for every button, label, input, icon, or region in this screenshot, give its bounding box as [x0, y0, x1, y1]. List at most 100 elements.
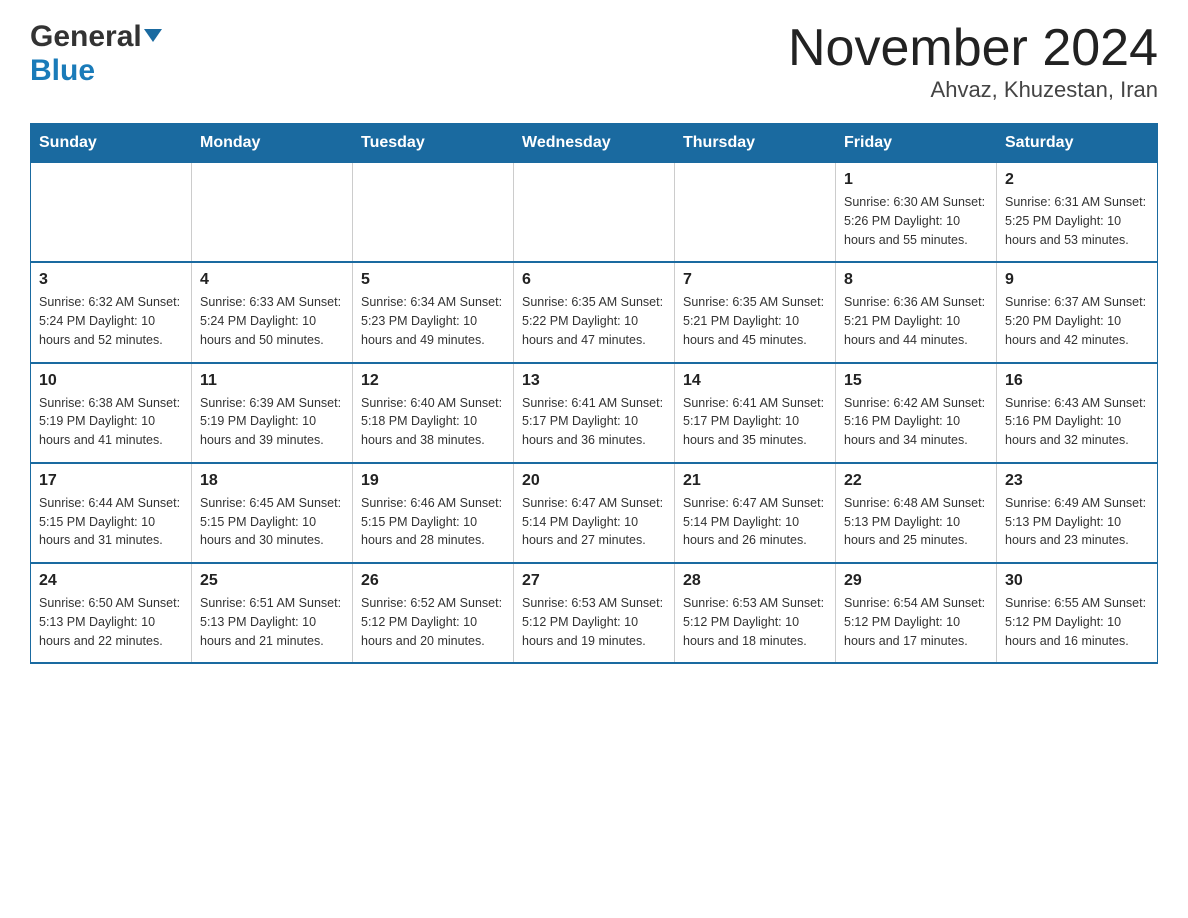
day-number: 14 [683, 372, 827, 390]
calendar-day-cell: 19 Sunrise: 6:46 AM Sunset: 5:15 PM Dayli… [353, 463, 514, 563]
calendar-day-cell: 20 Sunrise: 6:47 AM Sunset: 5:14 PM Dayli… [514, 463, 675, 563]
day-info: Sunrise: 6:38 AM Sunset: 5:19 PM Dayligh… [39, 394, 183, 450]
calendar-title: November 2024 [788, 20, 1158, 77]
calendar-day-cell: 24 Sunrise: 6:50 AM Sunset: 5:13 PM Dayli… [31, 563, 192, 663]
day-number: 30 [1005, 572, 1149, 590]
day-number: 2 [1005, 171, 1149, 189]
calendar-header-row: SundayMondayTuesdayWednesdayThursdayFrid… [31, 124, 1158, 163]
calendar-day-cell [675, 163, 836, 263]
logo-arrow-icon [144, 29, 162, 42]
day-number: 23 [1005, 472, 1149, 490]
day-info: Sunrise: 6:31 AM Sunset: 5:25 PM Dayligh… [1005, 193, 1149, 249]
calendar-day-cell [192, 163, 353, 263]
calendar-day-cell: 3 Sunrise: 6:32 AM Sunset: 5:24 PM Daylig… [31, 262, 192, 362]
day-info: Sunrise: 6:45 AM Sunset: 5:15 PM Dayligh… [200, 494, 344, 550]
calendar-day-cell: 27 Sunrise: 6:53 AM Sunset: 5:12 PM Dayli… [514, 563, 675, 663]
calendar-week-row: 10 Sunrise: 6:38 AM Sunset: 5:19 PM Dayli… [31, 363, 1158, 463]
day-info: Sunrise: 6:48 AM Sunset: 5:13 PM Dayligh… [844, 494, 988, 550]
day-of-week-header: Thursday [675, 124, 836, 163]
day-number: 28 [683, 572, 827, 590]
calendar-day-cell: 17Sunrise: 6:44 AM Sunset: 5:15 PM Dayli… [31, 463, 192, 563]
day-of-week-header: Tuesday [353, 124, 514, 163]
calendar-day-cell: 5Sunrise: 6:34 AM Sunset: 5:23 PM Daylig… [353, 262, 514, 362]
calendar-day-cell: 22 Sunrise: 6:48 AM Sunset: 5:13 PM Dayli… [836, 463, 997, 563]
calendar-day-cell: 21 Sunrise: 6:47 AM Sunset: 5:14 PM Dayli… [675, 463, 836, 563]
calendar-day-cell: 29Sunrise: 6:54 AM Sunset: 5:12 PM Dayli… [836, 563, 997, 663]
day-info: Sunrise: 6:44 AM Sunset: 5:15 PM Dayligh… [39, 494, 183, 550]
day-number: 1 [844, 171, 988, 189]
day-number: 24 [39, 572, 183, 590]
day-info: Sunrise: 6:33 AM Sunset: 5:24 PM Dayligh… [200, 293, 344, 349]
day-number: 25 [200, 572, 344, 590]
day-info: Sunrise: 6:35 AM Sunset: 5:22 PM Dayligh… [522, 293, 666, 349]
calendar-day-cell: 14 Sunrise: 6:41 AM Sunset: 5:17 PM Dayli… [675, 363, 836, 463]
day-info: Sunrise: 6:36 AM Sunset: 5:21 PM Dayligh… [844, 293, 988, 349]
calendar-day-cell: 30 Sunrise: 6:55 AM Sunset: 5:12 PM Dayli… [997, 563, 1158, 663]
day-info: Sunrise: 6:39 AM Sunset: 5:19 PM Dayligh… [200, 394, 344, 450]
day-number: 6 [522, 271, 666, 289]
day-number: 3 [39, 271, 183, 289]
day-number: 11 [200, 372, 344, 390]
day-number: 4 [200, 271, 344, 289]
day-info: Sunrise: 6:42 AM Sunset: 5:16 PM Dayligh… [844, 394, 988, 450]
day-number: 13 [522, 372, 666, 390]
calendar-day-cell: 8 Sunrise: 6:36 AM Sunset: 5:21 PM Daylig… [836, 262, 997, 362]
day-info: Sunrise: 6:46 AM Sunset: 5:15 PM Dayligh… [361, 494, 505, 550]
calendar-day-cell: 7Sunrise: 6:35 AM Sunset: 5:21 PM Daylig… [675, 262, 836, 362]
day-number: 19 [361, 472, 505, 490]
day-info: Sunrise: 6:55 AM Sunset: 5:12 PM Dayligh… [1005, 594, 1149, 650]
day-number: 26 [361, 572, 505, 590]
day-info: Sunrise: 6:40 AM Sunset: 5:18 PM Dayligh… [361, 394, 505, 450]
calendar-day-cell: 23 Sunrise: 6:49 AM Sunset: 5:13 PM Dayli… [997, 463, 1158, 563]
calendar-day-cell: 6 Sunrise: 6:35 AM Sunset: 5:22 PM Daylig… [514, 262, 675, 362]
day-number: 22 [844, 472, 988, 490]
day-number: 8 [844, 271, 988, 289]
day-of-week-header: Saturday [997, 124, 1158, 163]
calendar-table: SundayMondayTuesdayWednesdayThursdayFrid… [30, 123, 1158, 664]
calendar-day-cell [514, 163, 675, 263]
day-info: Sunrise: 6:32 AM Sunset: 5:24 PM Dayligh… [39, 293, 183, 349]
day-number: 10 [39, 372, 183, 390]
calendar-week-row: 1 Sunrise: 6:30 AM Sunset: 5:26 PM Daylig… [31, 163, 1158, 263]
day-number: 7 [683, 271, 827, 289]
day-info: Sunrise: 6:30 AM Sunset: 5:26 PM Dayligh… [844, 193, 988, 249]
calendar-day-cell: 26Sunrise: 6:52 AM Sunset: 5:12 PM Dayli… [353, 563, 514, 663]
day-info: Sunrise: 6:51 AM Sunset: 5:13 PM Dayligh… [200, 594, 344, 650]
day-of-week-header: Sunday [31, 124, 192, 163]
day-number: 20 [522, 472, 666, 490]
day-info: Sunrise: 6:47 AM Sunset: 5:14 PM Dayligh… [683, 494, 827, 550]
day-info: Sunrise: 6:53 AM Sunset: 5:12 PM Dayligh… [522, 594, 666, 650]
day-number: 5 [361, 271, 505, 289]
day-info: Sunrise: 6:49 AM Sunset: 5:13 PM Dayligh… [1005, 494, 1149, 550]
day-of-week-header: Friday [836, 124, 997, 163]
day-info: Sunrise: 6:50 AM Sunset: 5:13 PM Dayligh… [39, 594, 183, 650]
day-number: 9 [1005, 271, 1149, 289]
calendar-day-cell: 12Sunrise: 6:40 AM Sunset: 5:18 PM Dayli… [353, 363, 514, 463]
calendar-day-cell [31, 163, 192, 263]
day-info: Sunrise: 6:43 AM Sunset: 5:16 PM Dayligh… [1005, 394, 1149, 450]
calendar-day-cell: 13 Sunrise: 6:41 AM Sunset: 5:17 PM Dayli… [514, 363, 675, 463]
day-info: Sunrise: 6:41 AM Sunset: 5:17 PM Dayligh… [683, 394, 827, 450]
day-info: Sunrise: 6:53 AM Sunset: 5:12 PM Dayligh… [683, 594, 827, 650]
day-of-week-header: Wednesday [514, 124, 675, 163]
calendar-day-cell: 10 Sunrise: 6:38 AM Sunset: 5:19 PM Dayli… [31, 363, 192, 463]
day-number: 18 [200, 472, 344, 490]
calendar-day-cell: 4 Sunrise: 6:33 AM Sunset: 5:24 PM Daylig… [192, 262, 353, 362]
calendar-week-row: 24 Sunrise: 6:50 AM Sunset: 5:13 PM Dayli… [31, 563, 1158, 663]
logo-general-text: General [30, 20, 142, 54]
day-number: 21 [683, 472, 827, 490]
day-info: Sunrise: 6:47 AM Sunset: 5:14 PM Dayligh… [522, 494, 666, 550]
day-number: 27 [522, 572, 666, 590]
day-info: Sunrise: 6:54 AM Sunset: 5:12 PM Dayligh… [844, 594, 988, 650]
day-of-week-header: Monday [192, 124, 353, 163]
calendar-day-cell: 16Sunrise: 6:43 AM Sunset: 5:16 PM Dayli… [997, 363, 1158, 463]
day-number: 15 [844, 372, 988, 390]
calendar-day-cell: 25 Sunrise: 6:51 AM Sunset: 5:13 PM Dayli… [192, 563, 353, 663]
calendar-day-cell [353, 163, 514, 263]
title-area: November 2024 Ahvaz, Khuzestan, Iran [788, 20, 1158, 103]
day-info: Sunrise: 6:41 AM Sunset: 5:17 PM Dayligh… [522, 394, 666, 450]
day-info: Sunrise: 6:37 AM Sunset: 5:20 PM Dayligh… [1005, 293, 1149, 349]
calendar-day-cell: 11 Sunrise: 6:39 AM Sunset: 5:19 PM Dayli… [192, 363, 353, 463]
logo-blue-text: Blue [30, 54, 95, 87]
calendar-day-cell: 9 Sunrise: 6:37 AM Sunset: 5:20 PM Daylig… [997, 262, 1158, 362]
